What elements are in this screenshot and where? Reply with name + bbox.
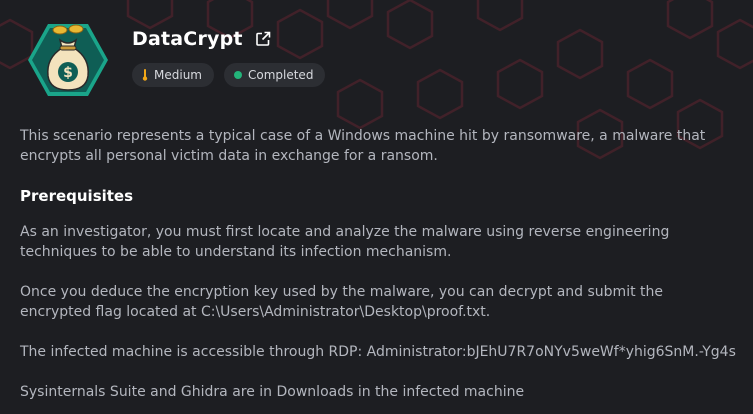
difficulty-label: Medium bbox=[154, 68, 202, 82]
prerequisite-paragraph-1: As an investigator, you must first locat… bbox=[20, 224, 670, 260]
prerequisite-paragraph-4: Sysinternals Suite and Ghidra are in Dow… bbox=[20, 384, 525, 400]
badge-row: Medium Completed bbox=[132, 63, 326, 87]
money-bag-icon: $ bbox=[28, 24, 108, 96]
status-label: Completed bbox=[247, 68, 314, 82]
svg-text:$: $ bbox=[63, 65, 73, 81]
external-link-icon[interactable] bbox=[255, 31, 271, 47]
title-row: DataCrypt bbox=[132, 28, 271, 50]
page-title: DataCrypt bbox=[132, 28, 243, 50]
description-text: This scenario represents a typical case … bbox=[20, 128, 706, 164]
difficulty-badge: Medium bbox=[132, 63, 214, 87]
prerequisite-paragraph-2: Once you deduce the encryption key used … bbox=[20, 284, 663, 320]
status-badge: Completed bbox=[223, 63, 326, 87]
status-dot-icon bbox=[233, 71, 242, 79]
prerequisites-heading: Prerequisites bbox=[20, 187, 134, 205]
prerequisite-paragraph-3: The infected machine is accessible throu… bbox=[20, 344, 736, 360]
thermometer-icon bbox=[142, 69, 148, 81]
